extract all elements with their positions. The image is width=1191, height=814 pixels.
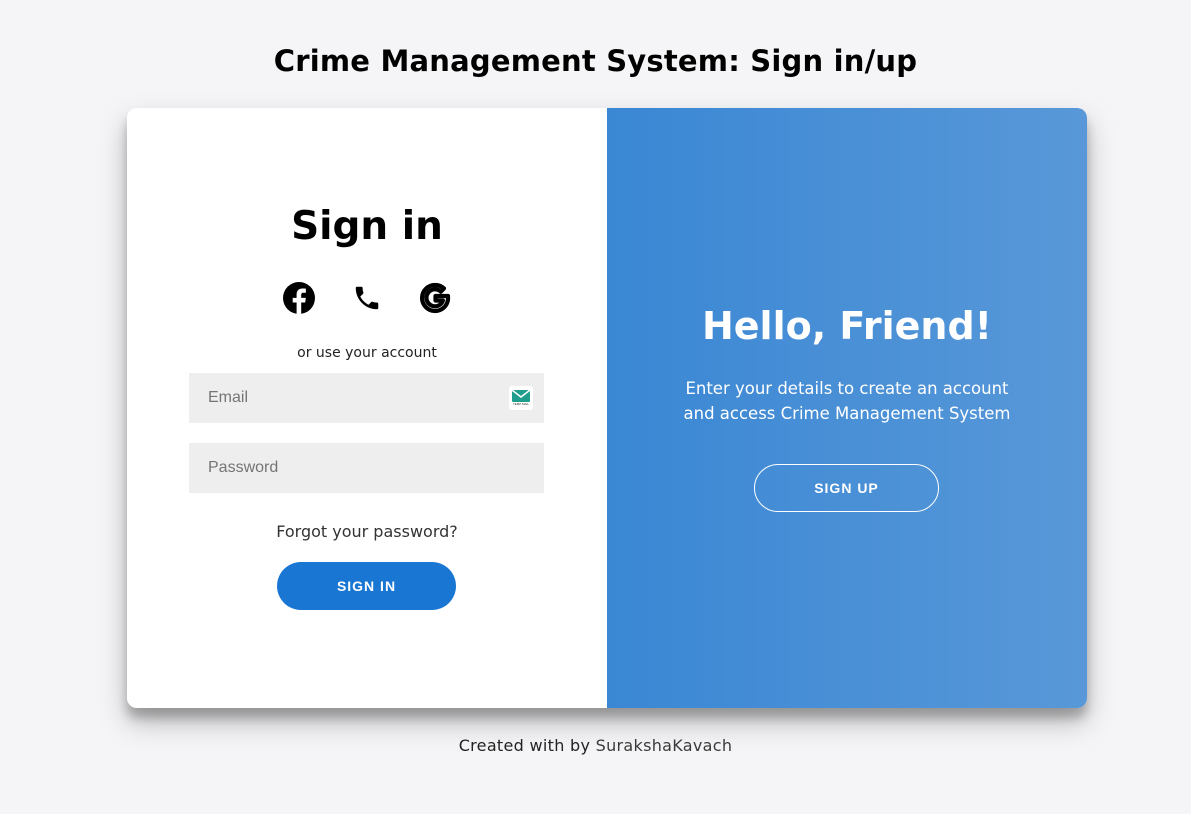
hello-title: Hello, Friend! [701,304,993,348]
sign-up-description-line1: Enter your details to create an account [685,379,1009,398]
temp-mail-label: TEMP MAIL [512,402,530,406]
email-field[interactable] [189,373,544,423]
social-login-row [281,280,453,316]
sign-up-overlay-panel: Hello, Friend! Enter your details to cre… [607,108,1087,708]
footer-brand-link[interactable]: SurakshaKavach [596,736,733,755]
auth-card: Sign in or use your account Email TEMP M… [127,108,1087,708]
google-icon[interactable] [417,280,453,316]
page-title: Crime Management System: Sign in/up [273,44,918,78]
sign-in-title: Sign in [291,204,443,249]
phone-icon[interactable] [349,280,385,316]
sign-up-description-line2: and access Crime Management System [683,404,1011,423]
sign-in-button[interactable]: Sign In [277,562,456,610]
sign-up-button[interactable]: Sign Up [754,464,939,512]
forgot-password-link[interactable]: Forgot your password? [127,522,607,541]
password-field[interactable] [189,443,544,493]
sign-in-panel: Sign in or use your account Email TEMP M… [127,108,607,708]
footer: Created with by SurakshaKavach [0,736,1191,755]
facebook-icon[interactable] [281,280,317,316]
alternative-login-text: or use your account [297,345,437,361]
footer-prefix: Created with by [458,736,591,755]
temp-mail-icon[interactable]: TEMP MAIL [509,386,533,410]
sign-up-description: Enter your details to create an account … [647,376,1047,426]
